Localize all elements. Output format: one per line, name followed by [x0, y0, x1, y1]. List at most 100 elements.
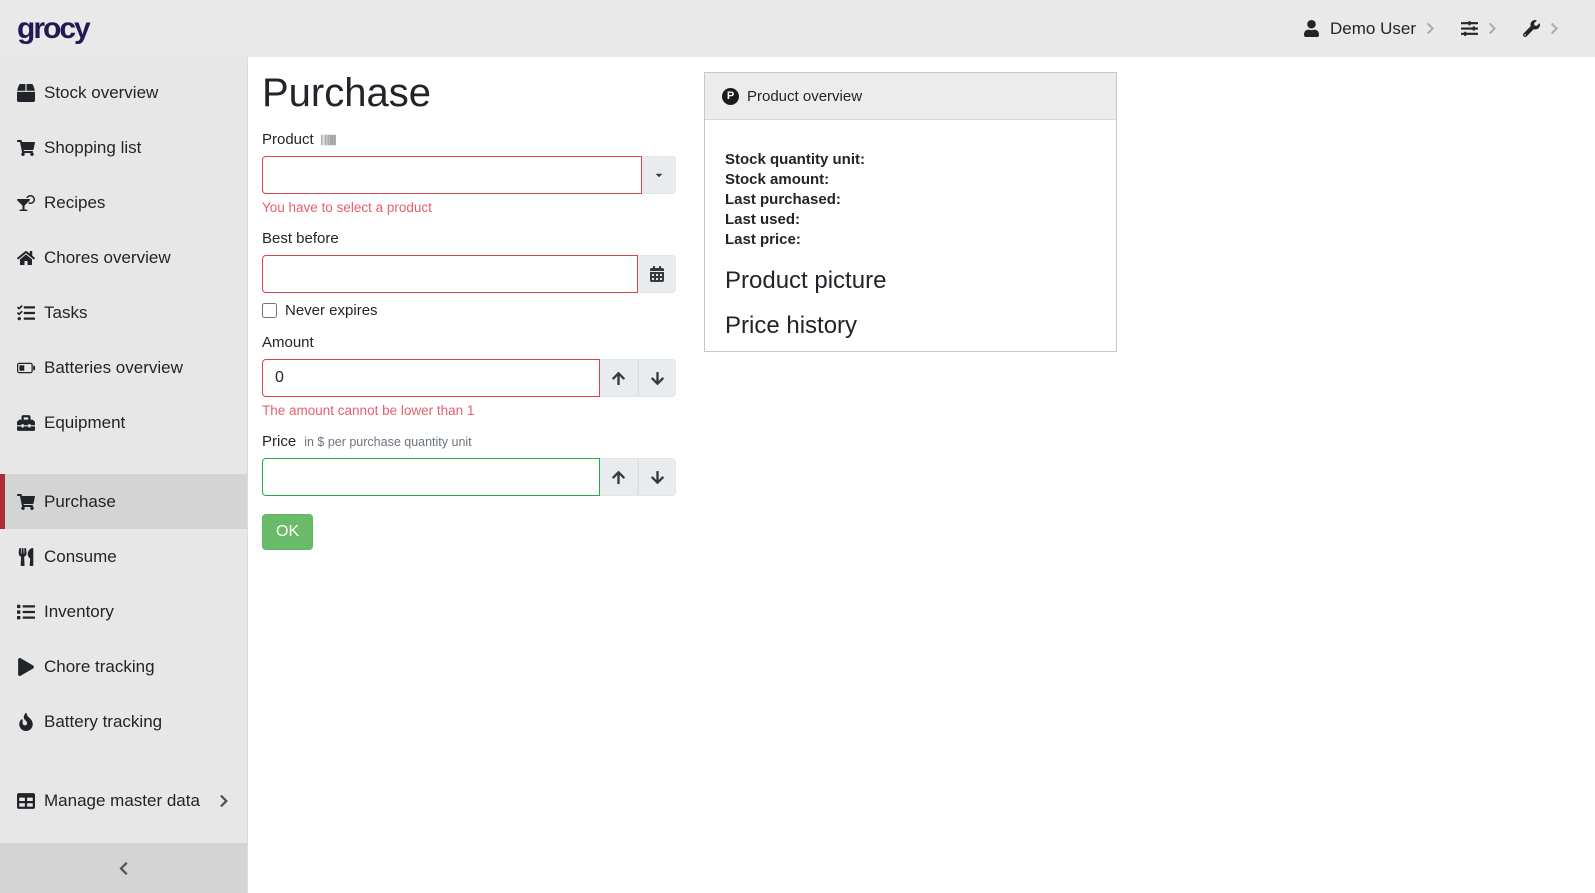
- sidebar-item-label: Equipment: [44, 413, 125, 433]
- sidebar-item-chore-tracking[interactable]: Chore tracking: [0, 639, 247, 694]
- top-navbar: grocy Demo User: [0, 0, 1595, 57]
- grocy-logo[interactable]: grocy: [17, 12, 89, 46]
- sidebar-group-divider: [0, 450, 247, 474]
- sidebar-item-label: Shopping list: [44, 138, 141, 158]
- sidebar-item-shopping-list[interactable]: Shopping list: [0, 120, 247, 175]
- sidebar-item-label: Chore tracking: [44, 657, 155, 677]
- sidebar-item-batteries-overview[interactable]: Batteries overview: [0, 340, 247, 395]
- product-error-message: You have to select a product: [262, 200, 676, 215]
- product-overview-body: Stock quantity unit: Stock amount: Last …: [705, 120, 1116, 340]
- amount-label: Amount: [262, 334, 314, 351]
- home-icon: [17, 249, 35, 267]
- sidebar-item-stock-overview[interactable]: Stock overview: [0, 65, 247, 120]
- stock-amount-label: Stock amount:: [725, 170, 1096, 190]
- sidebar-item-battery-tracking[interactable]: Battery tracking: [0, 694, 247, 749]
- arrow-up-icon: [611, 371, 626, 386]
- chevron-right-icon: [1550, 22, 1559, 35]
- product-dropdown-button[interactable]: [642, 156, 676, 194]
- settings-menu[interactable]: [1461, 20, 1497, 37]
- toolbox-icon: [17, 414, 35, 432]
- sidebar-item-label: Recipes: [44, 193, 105, 213]
- ok-button[interactable]: OK: [262, 514, 313, 550]
- calendar-icon: [649, 266, 665, 282]
- price-field-group: Price in $ per purchase quantity unit: [262, 433, 676, 496]
- price-increment-button[interactable]: [600, 458, 638, 496]
- sidebar-item-chores-overview[interactable]: Chores overview: [0, 230, 247, 285]
- price-decrement-button[interactable]: [638, 458, 676, 496]
- last-purchased-label: Last purchased:: [725, 190, 1096, 210]
- main-content: Purchase Product You have to select a pr…: [248, 57, 1595, 893]
- last-used-label: Last used:: [725, 210, 1096, 230]
- caret-down-icon: [654, 170, 664, 180]
- sidebar: Stock overview Shopping list Recipes Cho…: [0, 57, 248, 893]
- amount-field-group: Amount The amount cannot be lower than 1: [262, 334, 676, 418]
- sliders-icon: [1461, 20, 1478, 37]
- never-expires-checkbox[interactable]: [262, 303, 277, 318]
- best-before-label: Best before: [262, 230, 339, 247]
- sidebar-item-tasks[interactable]: Tasks: [0, 285, 247, 340]
- product-overview-title: Product overview: [747, 88, 862, 105]
- sidebar-item-label: Manage master data: [44, 791, 200, 811]
- amount-error-message: The amount cannot be lower than 1: [262, 403, 676, 418]
- sidebar-item-inventory[interactable]: Inventory: [0, 584, 247, 639]
- list-icon: [17, 603, 35, 621]
- calendar-button[interactable]: [638, 255, 676, 293]
- chevron-left-icon: [118, 861, 129, 876]
- wrench-icon: [1523, 20, 1540, 37]
- grocy-app: grocy Demo User Stock overview: [0, 0, 1595, 893]
- sidebar-item-label: Chores overview: [44, 248, 171, 268]
- product-overview-header: P Product overview: [705, 73, 1116, 120]
- sidebar-collapse-button[interactable]: [0, 843, 247, 893]
- best-before-input[interactable]: [262, 255, 638, 293]
- arrow-down-icon: [650, 371, 665, 386]
- navbar-actions: Demo User: [1303, 19, 1559, 39]
- product-overview-panel: P Product overview Stock quantity unit: …: [704, 72, 1117, 352]
- chevron-right-icon: [219, 794, 229, 808]
- price-history-heading: Price history: [725, 312, 1096, 340]
- sidebar-item-label: Tasks: [44, 303, 87, 323]
- arrow-down-icon: [650, 470, 665, 485]
- purchase-form: Purchase Product You have to select a pr…: [262, 67, 676, 550]
- user-icon: [1303, 20, 1320, 37]
- amount-decrement-button[interactable]: [638, 359, 676, 397]
- arrow-up-icon: [611, 470, 626, 485]
- product-field-group: Product You have to select a product: [262, 131, 676, 215]
- sidebar-item-label: Consume: [44, 547, 117, 567]
- price-label: Price: [262, 433, 296, 450]
- user-name: Demo User: [1330, 19, 1416, 39]
- sidebar-item-label: Batteries overview: [44, 358, 183, 378]
- amount-input[interactable]: [262, 359, 600, 397]
- amount-increment-button[interactable]: [600, 359, 638, 397]
- best-before-field-group: Best before Never expires: [262, 230, 676, 319]
- sidebar-item-manage-master-data[interactable]: Manage master data: [0, 773, 247, 828]
- fire-icon: [17, 713, 35, 731]
- sidebar-item-purchase[interactable]: Purchase: [0, 474, 247, 529]
- page-title: Purchase: [262, 71, 676, 116]
- sidebar-item-consume[interactable]: Consume: [0, 529, 247, 584]
- chevron-right-icon: [1488, 22, 1497, 35]
- stock-quantity-unit-label: Stock quantity unit:: [725, 150, 1096, 170]
- admin-menu[interactable]: [1523, 20, 1559, 37]
- sidebar-item-equipment[interactable]: Equipment: [0, 395, 247, 450]
- product-input[interactable]: [262, 156, 642, 194]
- shopping-cart-icon: [17, 493, 35, 511]
- never-expires-row: Never expires: [262, 302, 676, 319]
- price-input[interactable]: [262, 458, 600, 496]
- never-expires-label: Never expires: [285, 302, 378, 319]
- price-hint: in $ per purchase quantity unit: [304, 435, 471, 450]
- cocktail-icon: [17, 194, 35, 212]
- product-label: Product: [262, 131, 314, 148]
- product-badge-icon: P: [722, 88, 739, 105]
- last-price-label: Last price:: [725, 230, 1096, 250]
- table-icon: [17, 792, 35, 810]
- battery-icon: [17, 359, 35, 377]
- sidebar-item-recipes[interactable]: Recipes: [0, 175, 247, 230]
- box-icon: [17, 84, 35, 102]
- utensils-icon: [17, 548, 35, 566]
- tasks-icon: [17, 304, 35, 322]
- play-icon: [17, 658, 35, 676]
- product-picture-heading: Product picture: [725, 267, 1096, 295]
- barcode-icon[interactable]: [321, 133, 336, 147]
- shopping-cart-icon: [17, 139, 35, 157]
- user-menu[interactable]: Demo User: [1303, 19, 1435, 39]
